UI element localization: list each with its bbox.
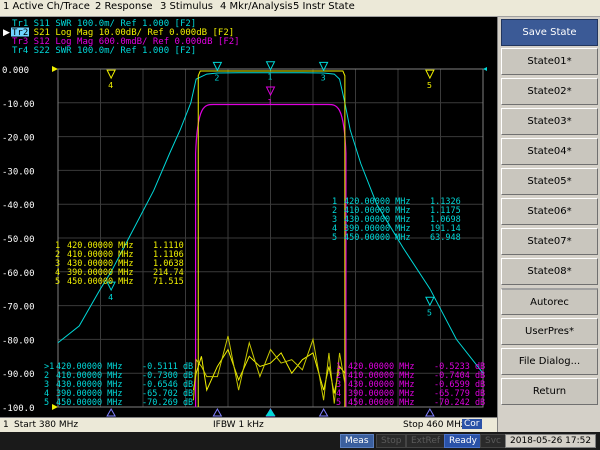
trace-header-4: Tr4 S22 SWR 100.0m/ Ref 1.000 [F2]: [12, 46, 196, 56]
softkey-state04[interactable]: State04*: [501, 138, 598, 165]
vna-display: Tr1 S11 SWR 100.0m/ Ref 1.000 [F2]Tr2 S2…: [2, 19, 489, 417]
mkr-s22-num: 5: [332, 233, 337, 243]
ref-arrow-left-top: [52, 66, 58, 72]
mkr-s11-freq: 450.00000 MHz: [67, 277, 134, 287]
menu-bar: 1 Active Ch/Trace 2 Response 3 Stimulus …: [0, 0, 600, 17]
channel-number: 1: [3, 420, 9, 430]
stimulus-marker: [106, 407, 116, 417]
marker-label: 4: [108, 293, 113, 302]
ifbw[interactable]: IFBW 1 kHz: [213, 420, 264, 430]
y-tick-label: -50.00: [2, 235, 35, 245]
softkey-save-state[interactable]: Save State: [501, 19, 598, 46]
y-tick-label: -60.00: [2, 269, 35, 279]
softkey-state03[interactable]: State03*: [501, 108, 598, 135]
start-frequency[interactable]: Start 380 MHz: [14, 420, 78, 430]
trace-s21-ripple: [192, 348, 346, 394]
y-tick-label: -20.00: [2, 134, 35, 144]
y-tick-label: -80.00: [2, 336, 35, 346]
marker-triangle: [425, 296, 435, 307]
menu-active-ch-trace[interactable]: 1 Active Ch/Trace: [3, 1, 90, 12]
y-tick-label: -70.00: [2, 303, 35, 313]
ref-scroll: [487, 17, 497, 417]
softkey-file-dialog[interactable]: File Dialog...: [501, 348, 598, 375]
cor-indicator: Cor: [462, 419, 482, 429]
mkr-s22-freq: 450.00000 MHz: [344, 233, 411, 243]
marker-label: 1: [268, 73, 273, 82]
marker-label: 5: [427, 81, 432, 90]
softkey-state06[interactable]: State06*: [501, 198, 598, 225]
marker-label: 1: [268, 98, 273, 107]
status-svc: Svc: [480, 434, 506, 448]
marker-label: 4: [108, 81, 113, 90]
y-tick-label: -10.00: [2, 100, 35, 110]
marker-triangle: [106, 69, 116, 80]
softkey-return[interactable]: Return: [501, 378, 598, 405]
status-ready: Ready: [444, 434, 482, 448]
y-tick-label: -30.00: [2, 167, 35, 177]
status-extref: ExtRef: [406, 434, 446, 448]
mkr-s11-value: 71.515: [153, 277, 184, 287]
softkey-state05[interactable]: State05*: [501, 168, 598, 195]
marker-label: 3: [321, 73, 326, 82]
menu-stimulus[interactable]: 3 Stimulus: [160, 1, 213, 12]
status-meas: Meas: [340, 434, 374, 448]
softkey-state08[interactable]: State08*: [501, 258, 598, 285]
active-trace-tag: Tr2: [12, 28, 28, 38]
marker-triangle: [425, 69, 435, 80]
status-datetime: 2018-05-26 17:52: [505, 434, 597, 448]
mkr-s12-value: -70.242 dB: [434, 398, 485, 408]
y-tick-label: -100.0: [2, 404, 35, 414]
marker-label: 2: [214, 73, 219, 82]
marker-label: 5: [427, 308, 432, 317]
softkey-state01[interactable]: State01*: [501, 48, 598, 75]
menu-mkr-analysis[interactable]: 4 Mkr/Analysis: [220, 1, 293, 12]
stimulus-marker: [425, 407, 435, 417]
mkr-s11-num: 5: [55, 277, 60, 287]
mkr-s21-value: -70.269 dB: [142, 398, 193, 408]
mkr-s12-num: 5: [336, 398, 341, 408]
stimulus-marker: [212, 407, 223, 417]
y-tick-label: 0.000: [2, 66, 29, 76]
softkey-state02[interactable]: State02*: [501, 78, 598, 105]
menu-instr-state[interactable]: 5 Instr State: [293, 1, 355, 12]
mkr-s21-num: 5: [44, 398, 49, 408]
stimulus-marker: [318, 407, 329, 417]
trace-s21-upper: [197, 70, 346, 407]
status-bar: Meas Stop ExtRef Ready Svc 2018-05-26 17…: [0, 432, 600, 450]
mkr-s21-freq: 450.00000 MHz: [56, 398, 123, 408]
mkr-s12-freq: 450.00000 MHz: [348, 398, 415, 408]
status-stop: Stop: [376, 434, 407, 448]
softkey-userpres[interactable]: UserPres*: [501, 318, 598, 345]
active-trace-arrow: ▶: [3, 28, 10, 38]
y-tick-label: -90.00: [2, 370, 35, 380]
softkey-autorec[interactable]: Autorec: [501, 288, 598, 315]
y-tick-label: -40.00: [2, 201, 35, 211]
mkr-s22-value: 63.948: [430, 233, 461, 243]
marker-triangle: [265, 61, 276, 71]
active-stimulus-marker: [265, 409, 276, 416]
stop-frequency[interactable]: Stop 460 MHz: [403, 420, 466, 430]
menu-response[interactable]: 2 Response: [95, 1, 153, 12]
softkey-state07[interactable]: State07*: [501, 228, 598, 255]
stimulus-bar: 1 Start 380 MHz IFBW 1 kHz Stop 460 MHz …: [0, 417, 497, 432]
softkey-panel: Save State State01* State02* State03* St…: [497, 17, 600, 432]
plot-area[interactable]: Tr1 S11 SWR 100.0m/ Ref 1.000 [F2] Tr2 S2…: [0, 17, 497, 417]
